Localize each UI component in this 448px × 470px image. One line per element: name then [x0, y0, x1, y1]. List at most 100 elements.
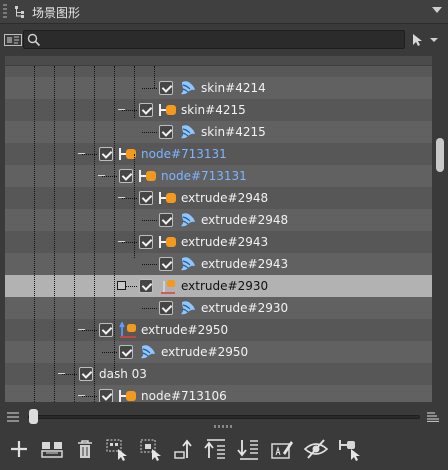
move-up-icon	[174, 439, 192, 459]
delete-button[interactable]	[72, 436, 98, 462]
tree-row[interactable]: skin#4214	[5, 77, 432, 99]
vertical-scrollbar[interactable]	[432, 56, 448, 402]
tree-row-label: extrude#2943	[201, 257, 289, 271]
expand-icon[interactable]	[117, 281, 126, 290]
visibility-checkbox[interactable]	[119, 345, 133, 359]
tree-guide-line	[154, 66, 155, 88]
slider-track[interactable]	[28, 415, 420, 419]
visibility-checkbox[interactable]	[139, 103, 153, 117]
hide-button[interactable]	[303, 436, 329, 462]
tree-connector	[142, 308, 157, 309]
visibility-checkbox[interactable]	[79, 367, 93, 381]
search-box	[23, 30, 405, 49]
collapse-icon[interactable]	[117, 105, 126, 114]
tree-row[interactable]: extrude#2930	[5, 275, 432, 297]
tree-row[interactable]: extrude#2948	[5, 187, 432, 209]
visibility-checkbox[interactable]	[159, 81, 173, 95]
visibility-checkbox[interactable]	[99, 147, 113, 161]
list-small-icon	[7, 412, 19, 422]
visibility-checkbox[interactable]	[99, 323, 113, 337]
tree-row[interactable]: skin#4215	[5, 121, 432, 143]
search-bar	[0, 27, 448, 53]
visibility-checkbox[interactable]	[139, 279, 153, 293]
visibility-checkbox[interactable]	[159, 301, 173, 315]
transform-joint-icon	[119, 322, 136, 338]
add-icon	[11, 441, 27, 457]
delete-icon	[78, 440, 92, 458]
visibility-checkbox[interactable]	[159, 125, 173, 139]
tree-row[interactable]: extrude#2943	[5, 231, 432, 253]
group-button[interactable]	[39, 436, 65, 462]
joint-icon	[139, 170, 156, 182]
visibility-checkbox[interactable]	[139, 191, 153, 205]
drag-grip[interactable]	[3, 4, 7, 20]
tree-row[interactable]: node#713106	[5, 385, 432, 402]
visibility-checkbox[interactable]	[99, 389, 113, 402]
hide-icon	[303, 439, 329, 459]
resize-grip[interactable]	[214, 425, 234, 428]
transform-icon	[161, 280, 175, 294]
joint-icon	[119, 390, 136, 402]
move-up-button[interactable]	[170, 436, 196, 462]
tree-row[interactable]: dash 03	[5, 363, 432, 385]
skin-icon	[181, 213, 195, 227]
tree-row[interactable]: extrude#2930	[5, 297, 432, 319]
tree-row[interactable]: node#713131	[5, 165, 432, 187]
slider-knob[interactable]	[29, 409, 38, 424]
move-bottom-button[interactable]	[236, 436, 262, 462]
list-large-icon	[427, 412, 439, 422]
filter-type-icon[interactable]	[4, 33, 22, 47]
tree-guide-line	[94, 66, 95, 402]
scene-tree[interactable]: skin#4214 skin#4215 skin#4215 node#713131 no…	[5, 56, 432, 402]
tree-row[interactable]: extrude#2948	[5, 209, 432, 231]
visibility-checkbox[interactable]	[119, 169, 133, 183]
group-icon	[41, 442, 63, 458]
scene-tree-icon	[15, 6, 24, 18]
move-top-icon	[204, 439, 225, 459]
select-parent-button[interactable]	[138, 436, 164, 462]
collapse-icon[interactable]	[77, 325, 86, 334]
collapse-icon[interactable]	[57, 369, 66, 378]
visibility-checkbox[interactable]	[159, 213, 173, 227]
tree-guide-line	[54, 66, 55, 402]
tree-row-label: extrude#2948	[181, 191, 269, 205]
size-slider-bar	[0, 405, 448, 428]
panel-title: 场景图形	[32, 6, 81, 20]
tree-row-label: extrude#2950	[141, 323, 229, 337]
skin-icon	[181, 301, 195, 315]
isolate-button[interactable]	[336, 436, 362, 462]
tree-row[interactable]: extrude#2950	[5, 319, 432, 341]
collapse-icon[interactable]	[77, 149, 86, 158]
collapse-icon[interactable]	[77, 391, 86, 400]
tree-row-label: node#713106	[141, 389, 227, 402]
tree-connector	[142, 264, 157, 265]
collapse-icon[interactable]	[97, 171, 106, 180]
tree-connector	[142, 88, 157, 89]
select-children-button[interactable]	[104, 436, 130, 462]
search-input[interactable]	[44, 32, 402, 47]
collapse-icon[interactable]	[117, 193, 126, 202]
tree-row[interactable]: extrude#2943	[5, 253, 432, 275]
skin-icon	[181, 257, 195, 271]
panel-menu-chevron-down-icon[interactable]	[432, 7, 442, 13]
tree-row[interactable]: node#713131	[5, 143, 432, 165]
move-top-button[interactable]	[203, 436, 229, 462]
add-button[interactable]	[6, 436, 32, 462]
tree-row-label: extrude#2930	[181, 279, 269, 293]
pick-cursor-icon[interactable]	[410, 33, 442, 47]
rename-button[interactable]	[269, 436, 295, 462]
tree-row-label: node#713131	[141, 147, 227, 161]
tree-guide-line	[134, 66, 135, 118]
joint-icon	[159, 236, 176, 248]
tree-row-label: skin#4215	[181, 103, 246, 117]
tree-row-label: extrude#2930	[201, 301, 289, 315]
tree-row[interactable]: skin#4215	[5, 99, 432, 121]
visibility-checkbox[interactable]	[139, 235, 153, 249]
skin-icon	[181, 125, 195, 139]
collapse-icon[interactable]	[117, 237, 126, 246]
scrollbar-thumb[interactable]	[436, 138, 444, 172]
move-bottom-icon	[237, 440, 258, 460]
tree-row[interactable]: extrude#2950	[5, 341, 432, 363]
tree-row-label: node#713131	[161, 169, 247, 183]
visibility-checkbox[interactable]	[159, 257, 173, 271]
